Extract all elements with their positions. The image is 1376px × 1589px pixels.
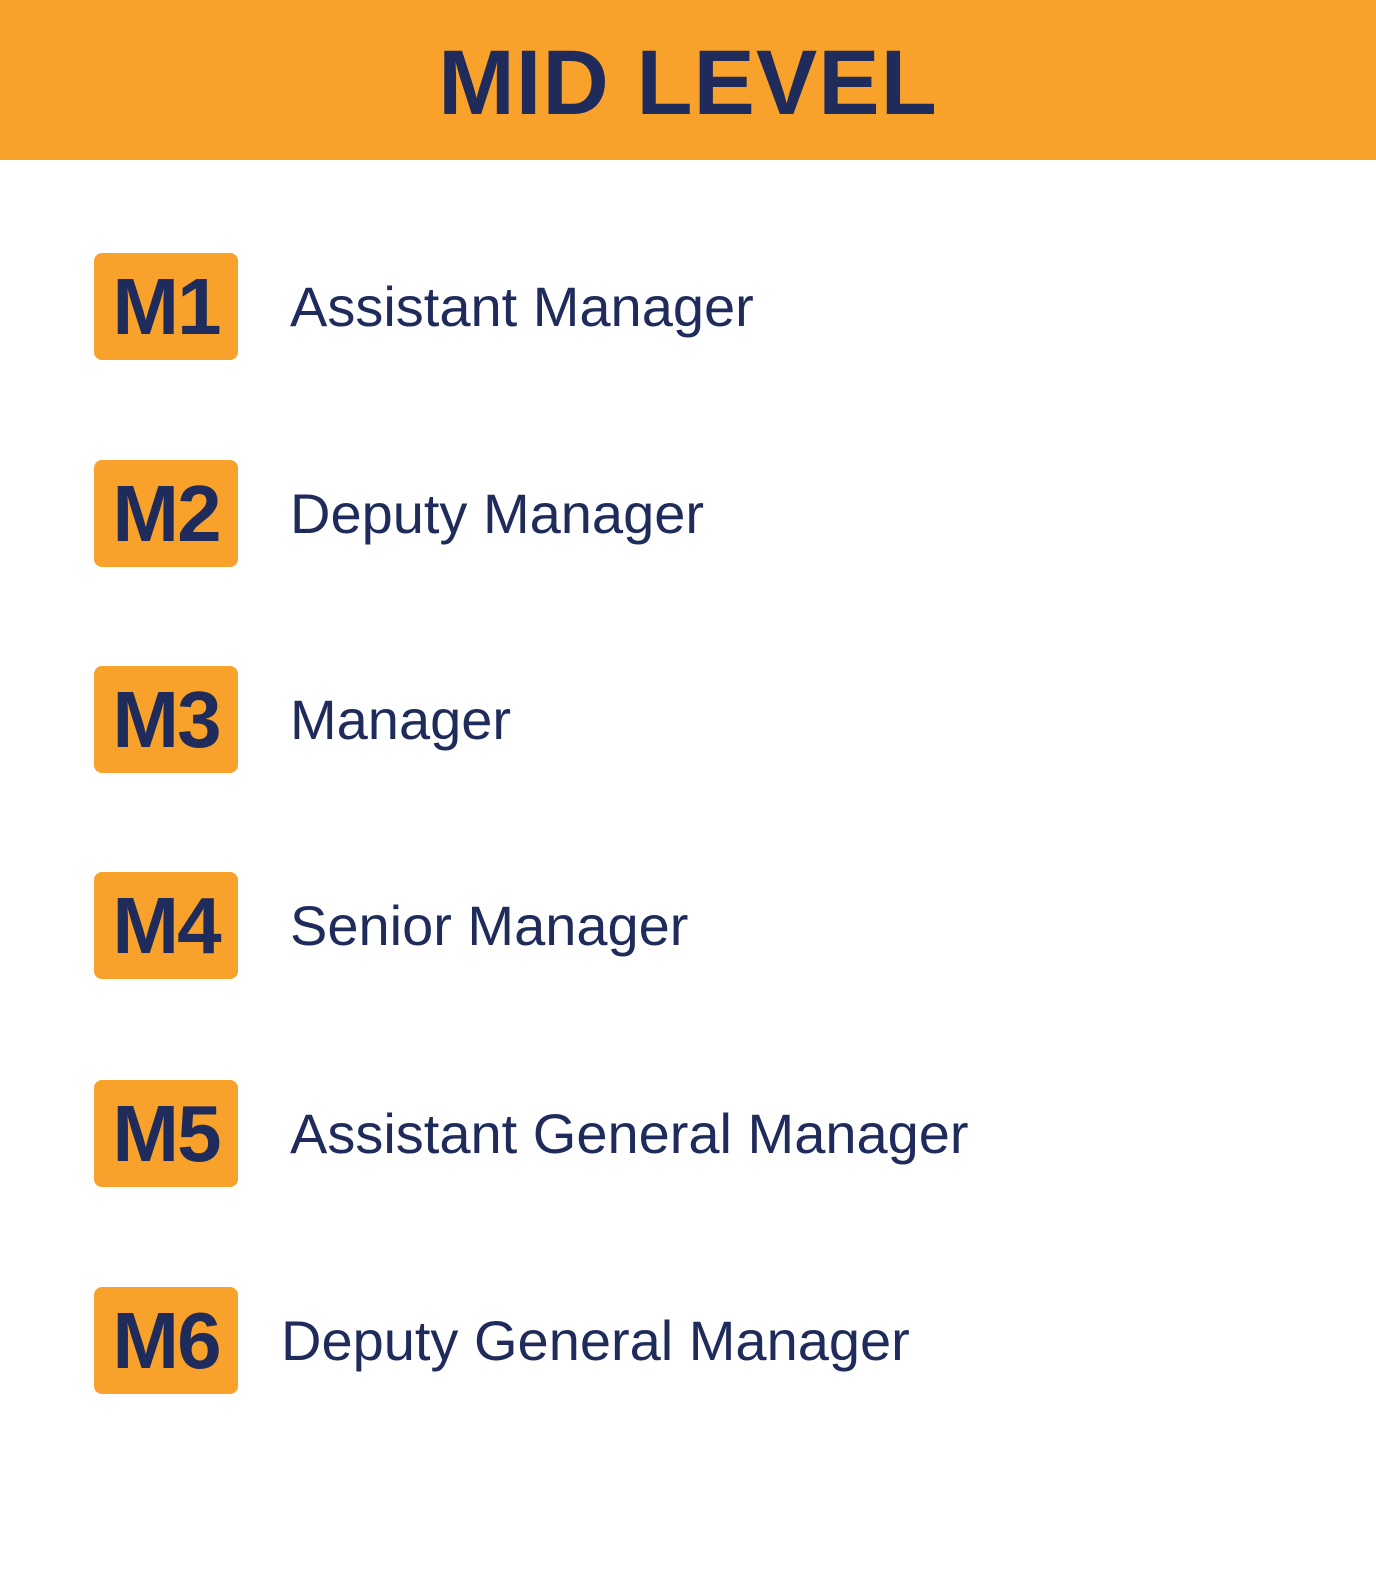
level-badge: M2 bbox=[94, 460, 238, 567]
level-code: M5 bbox=[112, 1088, 221, 1178]
level-row: M1 Assistant Manager bbox=[94, 253, 1294, 360]
header-banner: MID LEVEL bbox=[0, 0, 1376, 160]
level-title: Assistant Manager bbox=[290, 274, 754, 338]
level-row: M4 Senior Manager bbox=[94, 872, 1294, 979]
level-code: M2 bbox=[112, 468, 221, 558]
page-title: MID LEVEL bbox=[438, 32, 938, 134]
level-badge: M5 bbox=[94, 1080, 238, 1187]
level-code: M6 bbox=[112, 1295, 221, 1385]
level-row: M2 Deputy Manager bbox=[94, 460, 1294, 567]
level-title: Deputy Manager bbox=[290, 481, 705, 545]
level-code: M4 bbox=[112, 880, 221, 970]
level-title: Manager bbox=[290, 687, 512, 751]
level-code: M1 bbox=[112, 261, 221, 351]
level-row: M5 Assistant General Manager bbox=[94, 1080, 1294, 1187]
level-title: Senior Manager bbox=[290, 893, 689, 957]
level-badge: M6 bbox=[94, 1287, 238, 1394]
level-badge: M1 bbox=[94, 253, 238, 360]
level-code: M3 bbox=[112, 674, 221, 764]
level-title: Assistant General Manager bbox=[290, 1101, 969, 1165]
level-row: M6 Deputy General Manager bbox=[94, 1287, 1294, 1394]
level-title: Deputy General Manager bbox=[281, 1308, 910, 1372]
level-badge: M4 bbox=[94, 872, 238, 979]
level-badge: M3 bbox=[94, 666, 238, 773]
level-row: M3 Manager bbox=[94, 666, 1294, 773]
